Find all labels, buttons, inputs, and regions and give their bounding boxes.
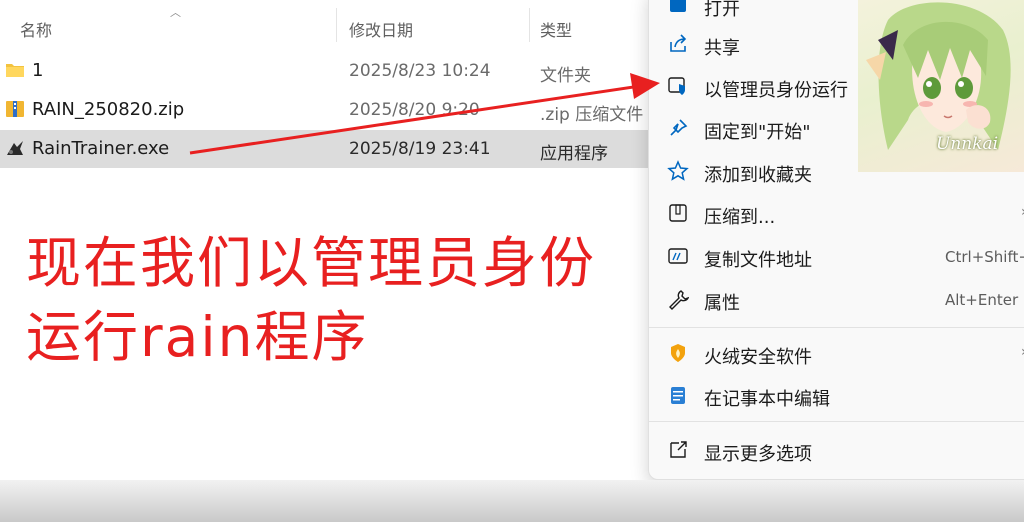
zip-folder-icon — [669, 204, 687, 222]
menu-item-label: 共享 — [704, 38, 740, 59]
menu-item-copy-path[interactable]: 复制文件地址 Ctrl+Shift+C — [649, 237, 1024, 277]
menu-item-label: 复制文件地址 — [704, 250, 812, 271]
sort-ascending-icon[interactable]: ︿ — [170, 4, 181, 20]
menu-item-label: 属性 — [704, 293, 740, 314]
menu-item-show-more-options[interactable]: 显示更多选项 — [649, 431, 1024, 471]
wrench-icon — [669, 290, 689, 310]
menu-item-shortcut: Ctrl+Shift+C — [945, 248, 1024, 266]
taskbar-edge — [0, 480, 1024, 522]
huorong-icon — [671, 344, 685, 362]
avatar: Unnkai — [858, 0, 1024, 172]
open-icon — [670, 0, 686, 12]
menu-item-label: 打开 — [704, 0, 740, 20]
file-date: 2025/8/19 23:41 — [349, 139, 491, 159]
caption-line-2: 运行rain程序 — [26, 305, 369, 369]
caption-line-1: 现在我们以管理员身份 — [26, 231, 597, 295]
file-date: 2025/8/23 10:24 — [349, 61, 491, 81]
zip-icon — [6, 101, 24, 117]
menu-separator — [649, 327, 1024, 328]
menu-item-edit-notepad[interactable]: 在记事本中编辑 — [649, 376, 1024, 416]
file-name: RainTrainer.exe — [32, 138, 170, 159]
pin-icon — [670, 119, 688, 136]
app-icon — [7, 141, 23, 155]
menu-item-label: 压缩到... — [704, 207, 776, 228]
file-type: .zip 压缩文件 — [540, 105, 644, 125]
file-date: 2025/8/20 9:20 — [349, 100, 480, 120]
file-name: 1 — [32, 60, 44, 81]
file-row-exe[interactable]: RainTrainer.exe 2025/8/19 23:41 应用程序 — [0, 130, 660, 168]
file-row-folder[interactable]: 1 2025/8/23 10:24 文件夹 — [0, 52, 660, 90]
column-divider[interactable] — [336, 8, 337, 42]
folder-icon — [6, 64, 24, 77]
more-options-icon — [670, 441, 687, 458]
menu-item-label: 火绒安全软件 — [704, 347, 812, 368]
menu-item-properties[interactable]: 属性 Alt+Enter — [649, 280, 1024, 320]
menu-item-shortcut: Alt+Enter — [945, 291, 1019, 309]
star-icon — [667, 160, 689, 181]
file-type: 应用程序 — [540, 144, 608, 164]
file-type: 文件夹 — [540, 66, 591, 86]
copy-path-icon — [668, 248, 688, 264]
menu-item-label: 在记事本中编辑 — [704, 389, 830, 410]
file-row-zip[interactable]: RAIN_250820.zip 2025/8/20 9:20 .zip 压缩文件 — [0, 91, 660, 129]
menu-item-label: 添加到收藏夹 — [704, 165, 812, 186]
notepad-icon — [671, 387, 685, 404]
column-header-name[interactable]: 名称 — [20, 17, 52, 41]
column-header-date[interactable]: 修改日期 — [349, 17, 413, 41]
avatar-signature: Unnkai — [936, 134, 999, 154]
tutorial-caption: 现在我们以管理员身份 运行rain程序 — [26, 226, 666, 374]
menu-separator — [649, 421, 1024, 422]
menu-item-compress-to[interactable]: 压缩到... › — [649, 194, 1024, 234]
column-header-row: ︿ 名称 修改日期 类型 — [0, 0, 660, 50]
menu-item-label: 以管理员身份运行 — [704, 80, 848, 101]
menu-item-label: 固定到"开始" — [704, 122, 811, 143]
menu-item-label: 显示更多选项 — [704, 444, 812, 465]
column-header-type[interactable]: 类型 — [540, 17, 572, 41]
share-icon — [670, 34, 687, 52]
file-name: RAIN_250820.zip — [32, 99, 185, 120]
shield-icon — [668, 77, 685, 95]
column-divider[interactable] — [529, 8, 530, 42]
menu-item-huorong[interactable]: 火绒安全软件 › — [649, 334, 1024, 374]
